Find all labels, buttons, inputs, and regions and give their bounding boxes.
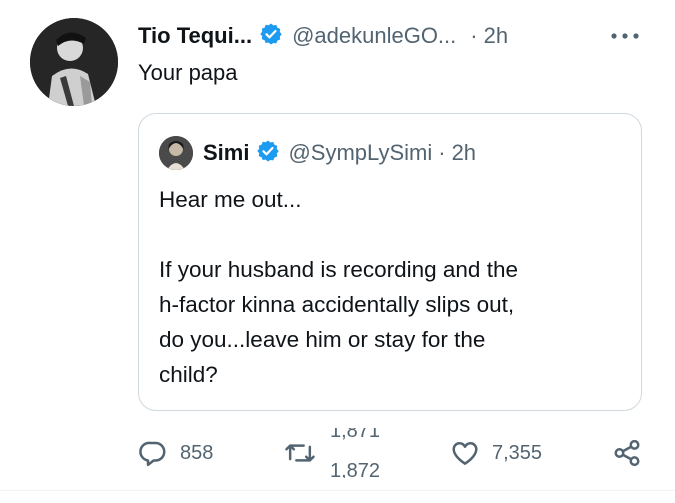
tweet-timestamp[interactable]: 2h (484, 23, 508, 49)
quoted-author-avatar[interactable] (159, 136, 193, 170)
tweet-action-bar: 858 1,871 1,872 7,355 (138, 428, 648, 478)
retweet-count-animation: 1,871 1,872 (330, 428, 400, 478)
retweet-button[interactable]: 1,871 1,872 (284, 428, 400, 478)
quoted-tweet-card[interactable]: Simi @SympLySimi · 2h Hear me out... If … (138, 113, 642, 411)
quoted-author-handle[interactable]: @SympLySimi (288, 140, 432, 166)
share-button[interactable] (612, 428, 642, 478)
quoted-text-line: Hear me out... (159, 187, 302, 212)
divider (0, 490, 675, 491)
quoted-text-line: child? (159, 362, 218, 387)
quoted-tweet-text: Hear me out... If your husband is record… (159, 182, 629, 392)
author-handle[interactable]: @adekunleGO... (292, 23, 456, 49)
quoted-text-line: If your husband is recording and the (159, 257, 518, 282)
reply-icon (139, 441, 166, 467)
separator-dot: · (438, 140, 446, 165)
quoted-text-line: h-factor kinna accidentally slips out, (159, 292, 515, 317)
quoted-author-name[interactable]: Simi (203, 140, 249, 166)
like-button[interactable]: 7,355 (450, 428, 542, 478)
share-icon (614, 439, 640, 467)
author-name[interactable]: Tio Tequi... (138, 23, 252, 49)
heart-icon (452, 441, 478, 465)
retweet-icon (285, 444, 315, 462)
quoted-text-line: do you...leave him or stay for the (159, 327, 486, 352)
retweet-count-new: 1,872 (330, 460, 381, 478)
retweet-count-old: 1,871 (330, 428, 381, 442)
author-avatar[interactable] (30, 18, 118, 106)
verified-badge-icon (259, 22, 283, 51)
more-options-button[interactable] (605, 18, 645, 54)
like-count: 7,355 (492, 441, 543, 464)
reply-button[interactable]: 858 (138, 428, 213, 478)
quoted-tweet-timestamp[interactable]: 2h (452, 140, 476, 166)
avatar-image (30, 18, 118, 106)
quoted-tweet-header: Simi @SympLySimi · 2h (159, 136, 476, 170)
tweet-header: Tio Tequi... @adekunleGO... · 2h (138, 18, 645, 54)
verified-badge-icon (256, 139, 280, 168)
reply-count: 858 (180, 441, 214, 464)
separator-dot: · (470, 23, 478, 48)
tweet-text: Your papa (138, 60, 238, 85)
more-options-icon (611, 33, 639, 39)
